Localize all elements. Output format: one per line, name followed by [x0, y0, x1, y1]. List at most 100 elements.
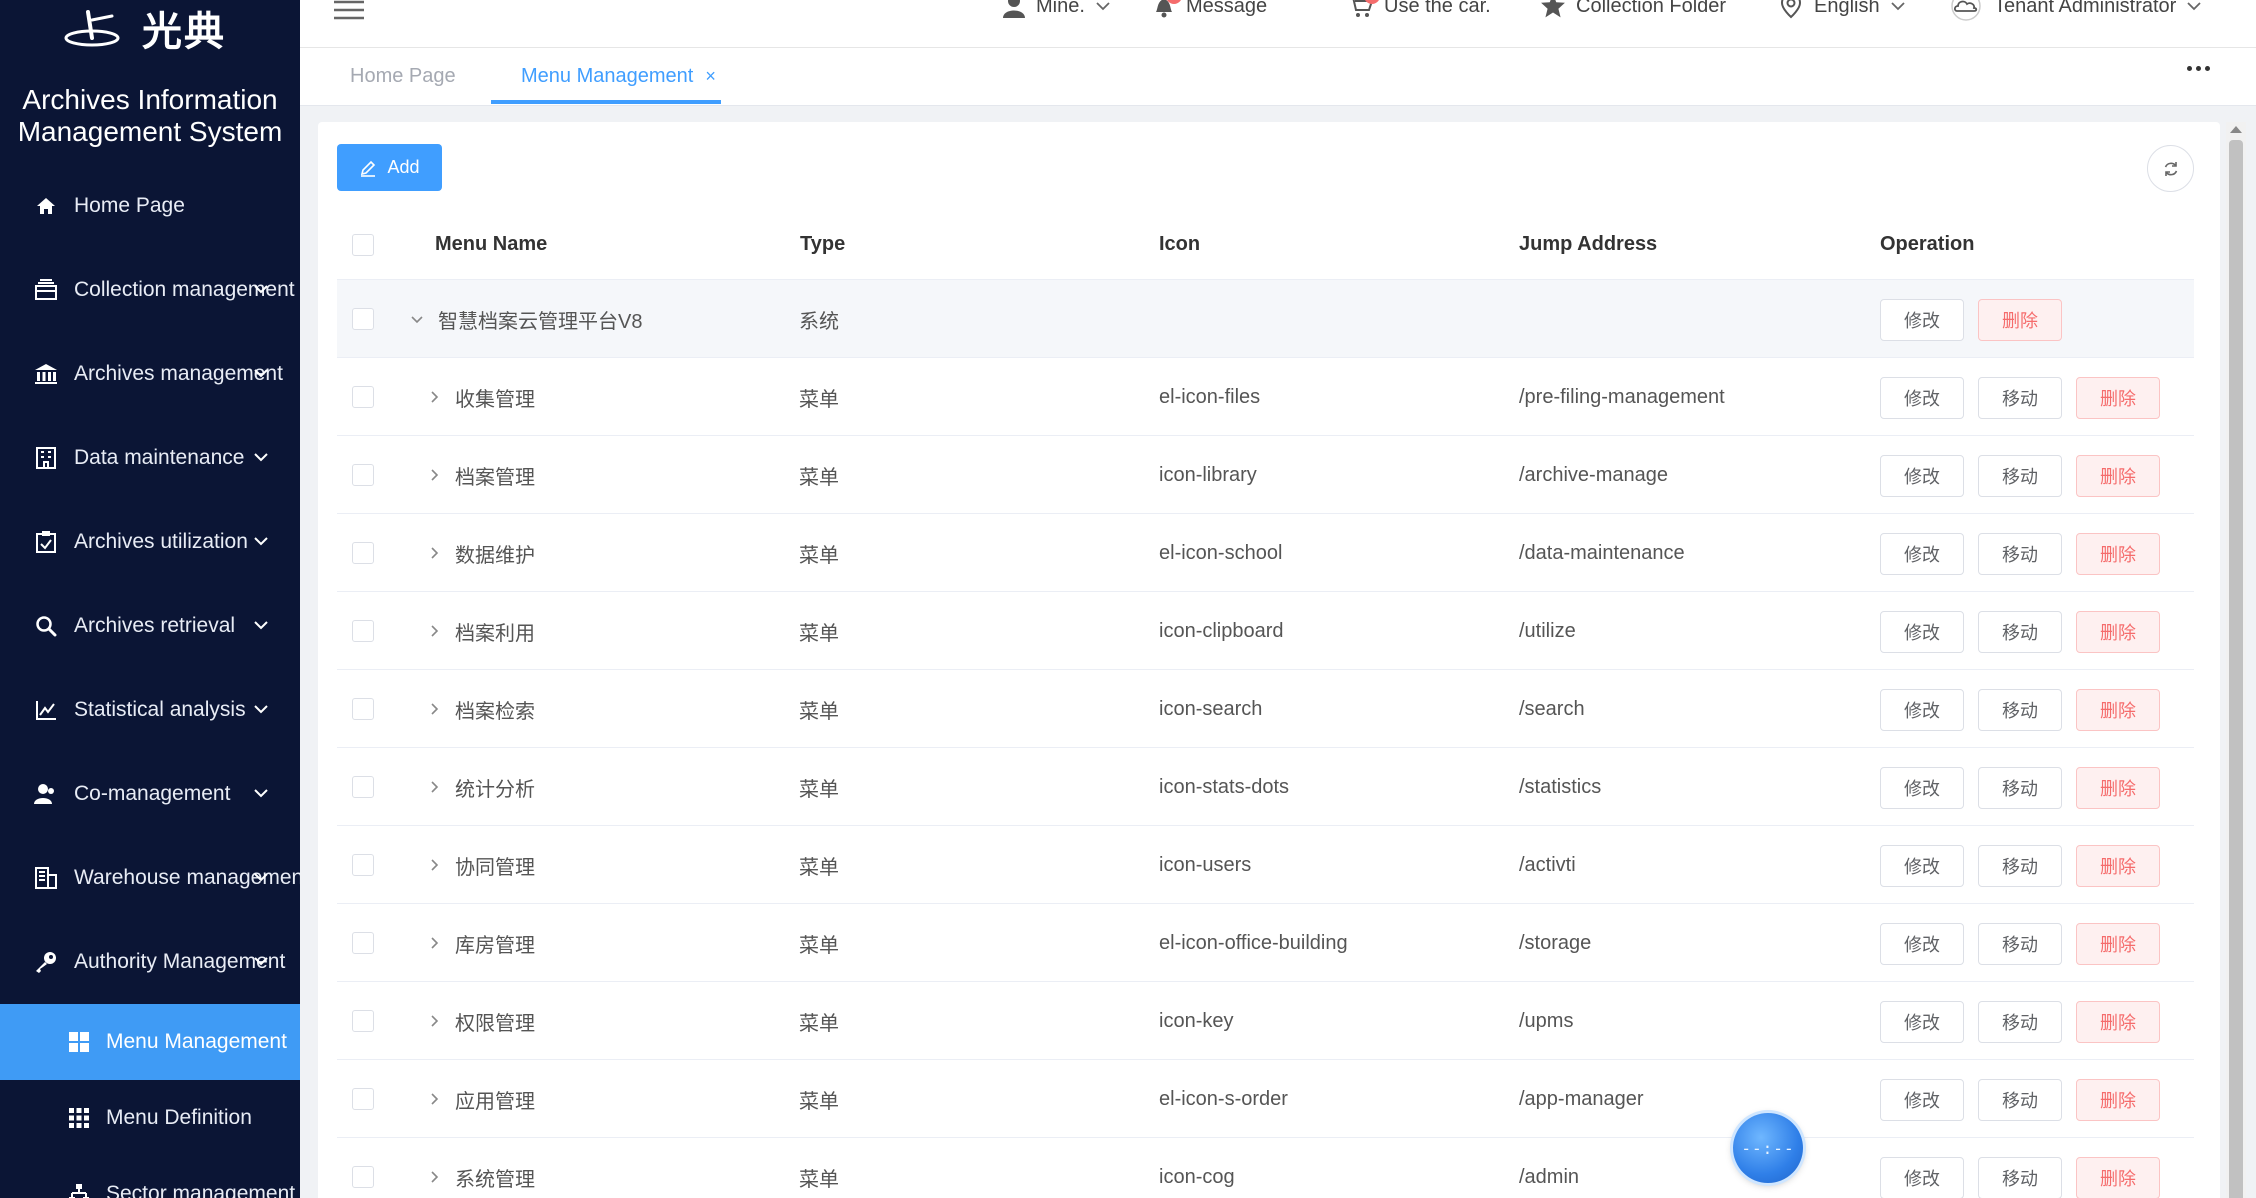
sidebar-item-label: Archives retrieval	[74, 614, 236, 637]
sidebar-item-collection[interactable]: Collection management	[0, 248, 300, 332]
sidebar-item-statistics[interactable]: Statistical analysis	[0, 668, 300, 752]
table-row: 档案管理 菜单 icon-library/archive-manage 修改 移动 删除	[337, 436, 2194, 514]
move-button[interactable]: 移动	[1978, 455, 2062, 497]
delete-button[interactable]: 删除	[2076, 845, 2160, 887]
row-checkbox[interactable]	[352, 904, 374, 982]
sidebar-item-retrieval[interactable]: Archives retrieval	[0, 584, 300, 668]
edit-button[interactable]: 修改	[1880, 1079, 1964, 1121]
refresh-icon	[2164, 161, 2177, 176]
row-checkbox[interactable]	[352, 826, 374, 904]
chevron-right-icon[interactable]	[427, 1092, 441, 1106]
chevron-right-icon[interactable]	[427, 936, 441, 950]
row-checkbox[interactable]	[352, 358, 374, 436]
chevron-right-icon[interactable]	[427, 702, 441, 716]
edit-button[interactable]: 修改	[1880, 923, 1964, 965]
scroll-thumb[interactable]	[2229, 140, 2243, 1198]
cart-icon-wrap	[1348, 0, 1380, 18]
move-button[interactable]: 移动	[1978, 1157, 2062, 1198]
chevron-right-icon[interactable]	[427, 468, 441, 482]
row-checkbox[interactable]	[352, 982, 374, 1060]
row-checkbox[interactable]	[352, 748, 374, 826]
chevron-right-icon[interactable]	[427, 858, 441, 872]
chevron-down-icon[interactable]	[410, 312, 424, 326]
add-button[interactable]: Add	[337, 144, 442, 191]
row-checkbox[interactable]	[352, 1138, 374, 1198]
chevron-right-icon[interactable]	[427, 390, 441, 404]
delete-button[interactable]: 删除	[2076, 1079, 2160, 1121]
scroll-up-arrow-icon[interactable]	[2230, 126, 2242, 133]
row-checkbox[interactable]	[352, 670, 374, 748]
sidebar-item-co-management[interactable]: Co-management	[0, 752, 300, 836]
delete-button[interactable]: 删除	[2076, 689, 2160, 731]
delete-button[interactable]: 删除	[2076, 533, 2160, 575]
sidebar-item-utilization[interactable]: Archives utilization	[0, 500, 300, 584]
tab-home[interactable]: Home Page	[350, 48, 456, 104]
move-button[interactable]: 移动	[1978, 1079, 2062, 1121]
edit-button[interactable]: 修改	[1880, 611, 1964, 653]
chevron-down-icon	[254, 453, 268, 462]
collection-folder-button[interactable]: Collection Folder	[1540, 0, 1726, 18]
delete-button[interactable]: 删除	[2076, 1157, 2160, 1198]
row-checkbox[interactable]	[352, 592, 374, 670]
edit-button[interactable]: 修改	[1880, 299, 1964, 341]
close-icon[interactable]: ×	[705, 66, 716, 87]
chevron-right-icon[interactable]	[427, 780, 441, 794]
move-button[interactable]: 移动	[1978, 533, 2062, 575]
move-button[interactable]: 移动	[1978, 1001, 2062, 1043]
delete-button[interactable]: 删除	[2076, 923, 2160, 965]
user-dropdown[interactable]: Tenant Administrator	[1948, 0, 2202, 21]
edit-button[interactable]: 修改	[1880, 455, 1964, 497]
edit-button[interactable]: 修改	[1880, 689, 1964, 731]
move-button[interactable]: 移动	[1978, 377, 2062, 419]
sidebar-item-data-maintenance[interactable]: Data maintenance	[0, 416, 300, 500]
row-checkbox[interactable]	[352, 514, 374, 592]
cart-button[interactable]: Use the car.	[1348, 0, 1491, 18]
move-button[interactable]: 移动	[1978, 767, 2062, 809]
table-header: Menu Name Type Icon Jump Address Operati…	[337, 210, 2194, 280]
delete-button[interactable]: 删除	[2076, 1001, 2160, 1043]
delete-button[interactable]: 删除	[2076, 377, 2160, 419]
row-checkbox[interactable]	[352, 280, 374, 358]
move-button[interactable]: 移动	[1978, 923, 2062, 965]
chevron-right-icon[interactable]	[427, 624, 441, 638]
edit-button[interactable]: 修改	[1880, 1157, 1964, 1198]
message-button[interactable]: Message	[1152, 0, 1267, 18]
move-button[interactable]: 移动	[1978, 689, 2062, 731]
edit-button[interactable]: 修改	[1880, 533, 1964, 575]
language-dropdown[interactable]: English	[1778, 0, 1906, 19]
delete-button[interactable]: 删除	[2076, 767, 2160, 809]
move-button[interactable]: 移动	[1978, 611, 2062, 653]
more-icon[interactable]	[2187, 66, 2210, 71]
chevron-down-icon	[254, 537, 268, 546]
delete-button[interactable]: 删除	[1978, 299, 2062, 341]
floating-clock-text: --:--	[1741, 1138, 1795, 1158]
cell-menu-name: 档案利用	[427, 592, 535, 670]
sidebar-subitem-menu-management[interactable]: Menu Management	[0, 1004, 300, 1080]
move-button[interactable]: 移动	[1978, 845, 2062, 887]
edit-button[interactable]: 修改	[1880, 1001, 1964, 1043]
hamburger-icon[interactable]	[334, 0, 364, 20]
vertical-scrollbar[interactable]	[2226, 122, 2246, 1198]
refresh-button[interactable]	[2147, 145, 2194, 192]
sidebar-subitem-sector-management[interactable]: Sector management	[0, 1156, 300, 1198]
delete-button[interactable]: 删除	[2076, 455, 2160, 497]
sidebar-subitem-menu-definition[interactable]: Menu Definition	[0, 1080, 300, 1156]
sidebar-item-authority[interactable]: Authority Management	[0, 920, 300, 1004]
chevron-right-icon[interactable]	[427, 1014, 441, 1028]
sidebar-item-home[interactable]: Home Page	[0, 164, 300, 248]
chevron-right-icon[interactable]	[427, 546, 441, 560]
edit-button[interactable]: 修改	[1880, 377, 1964, 419]
chevron-right-icon[interactable]	[427, 1170, 441, 1184]
select-all-checkbox[interactable]	[352, 233, 374, 256]
row-checkbox[interactable]	[352, 1060, 374, 1138]
sidebar-item-warehouse[interactable]: Warehouse management	[0, 836, 300, 920]
delete-button[interactable]: 删除	[2076, 611, 2160, 653]
cell-icon: el-icon-files	[1159, 385, 1261, 408]
floating-clock-widget[interactable]: --:--	[1733, 1113, 1803, 1183]
mine-dropdown[interactable]: Mine.	[1002, 0, 1111, 18]
tab-menu-management[interactable]: Menu Management ×	[521, 48, 716, 104]
edit-button[interactable]: 修改	[1880, 845, 1964, 887]
edit-button[interactable]: 修改	[1880, 767, 1964, 809]
row-checkbox[interactable]	[352, 436, 374, 514]
sidebar-item-archives[interactable]: Archives management	[0, 332, 300, 416]
